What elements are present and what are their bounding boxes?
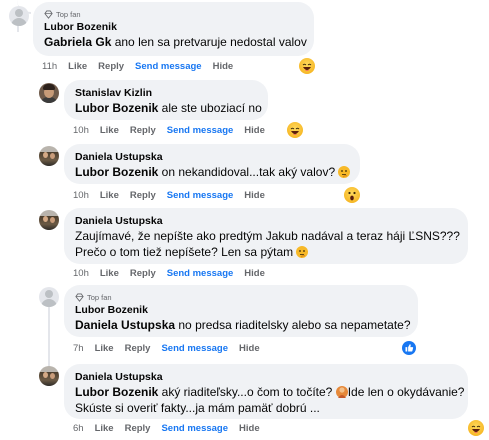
comment-text: Lubor Bozenik aký riaditeľsky...o čom to… — [75, 385, 465, 399]
mention-link[interactable]: Lubor Bozenik — [75, 385, 158, 399]
comment-text: Lubor Bozenik on nekandidoval...tak aký … — [75, 165, 351, 180]
hide-button[interactable]: Hide — [239, 343, 260, 354]
thinking-face-icon — [296, 246, 309, 258]
comment-bubble: Daniela Ustupska Lubor Bozenik on nekand… — [64, 144, 360, 184]
send-message-button[interactable]: Send message — [135, 61, 202, 72]
hide-button[interactable]: Hide — [244, 268, 265, 279]
comment-actions: 10h Like Reply Send message Hide — [73, 268, 276, 279]
mention-link[interactable]: Daniela Ustupska — [75, 318, 175, 332]
avatar[interactable] — [39, 146, 59, 166]
like-button[interactable]: Like — [68, 61, 87, 72]
reply-button[interactable]: Reply — [130, 268, 156, 279]
person-gesturing-icon — [335, 386, 348, 398]
like-reaction-icon[interactable] — [402, 341, 416, 355]
avatar[interactable] — [39, 287, 59, 307]
reply-button[interactable]: Reply — [125, 423, 151, 434]
send-message-button[interactable]: Send message — [167, 125, 234, 136]
wow-reaction-icon[interactable] — [344, 187, 360, 203]
comment-text: Lubor Bozenik ale ste uboziací no — [75, 101, 262, 115]
comment-bubble: Top fan Lubor Bozenik Daniela Ustupska n… — [64, 285, 418, 337]
comment-author[interactable]: Daniela Ustupska — [75, 215, 457, 228]
avatar[interactable] — [39, 83, 59, 103]
mention-link[interactable]: Gabriela Gk — [44, 35, 111, 49]
send-message-button[interactable]: Send message — [161, 343, 228, 354]
timestamp[interactable]: 10h — [73, 190, 89, 201]
timestamp[interactable]: 10h — [73, 268, 89, 279]
timestamp[interactable]: 7h — [73, 343, 84, 354]
send-message-button[interactable]: Send message — [167, 268, 234, 279]
like-button[interactable]: Like — [95, 343, 114, 354]
comment-bubble: Top fan Lubor Bozenik Gabriela Gk ano le… — [33, 2, 314, 56]
hide-button[interactable]: Hide — [244, 125, 265, 136]
reply-button[interactable]: Reply — [98, 61, 124, 72]
thinking-face-icon — [338, 166, 351, 178]
comment-author[interactable]: Daniela Ustupska — [75, 151, 349, 164]
comment-author[interactable]: Lubor Bozenik — [44, 21, 303, 34]
comment-text: Daniela Ustupska no predsa riaditelsky a… — [75, 318, 411, 332]
mention-link[interactable]: Lubor Bozenik — [75, 101, 158, 115]
thread-line — [17, 26, 19, 32]
hide-button[interactable]: Hide — [239, 423, 260, 434]
diamond-icon — [75, 292, 84, 302]
comment-text: Skúste si overiť fakty...ja mám pamäť do… — [75, 401, 320, 415]
thread-line — [48, 300, 50, 374]
top-fan-badge: Top fan — [44, 9, 303, 19]
like-button[interactable]: Like — [95, 423, 114, 434]
hide-button[interactable]: Hide — [213, 61, 234, 72]
avatar[interactable] — [39, 366, 59, 386]
timestamp[interactable]: 6h — [73, 423, 84, 434]
comment-bubble: Daniela Ustupska Zaujímavé, že nepíšte a… — [64, 208, 468, 264]
mention-link[interactable]: Lubor Bozenik — [75, 165, 158, 179]
like-button[interactable]: Like — [100, 190, 119, 201]
comment-text: Gabriela Gk ano len sa pretvaruje nedost… — [44, 35, 307, 49]
diamond-icon — [44, 9, 53, 19]
comment-actions: 7h Like Reply Send message Hide — [73, 343, 271, 354]
comment-author[interactable]: Stanislav Kizlin — [75, 87, 257, 100]
send-message-button[interactable]: Send message — [167, 190, 234, 201]
comment-actions: 10h Like Reply Send message Hide — [73, 190, 276, 201]
avatar[interactable] — [9, 6, 29, 26]
like-button[interactable]: Like — [100, 268, 119, 279]
reply-button[interactable]: Reply — [125, 343, 151, 354]
reply-button[interactable]: Reply — [130, 190, 156, 201]
comment-text: Zaujímavé, že nepíšte ako predtým Jakub … — [75, 229, 460, 243]
haha-reaction-icon[interactable] — [299, 58, 315, 74]
hide-button[interactable]: Hide — [244, 190, 265, 201]
like-button[interactable]: Like — [100, 125, 119, 136]
comment-author[interactable]: Lubor Bozenik — [75, 304, 407, 317]
reply-button[interactable]: Reply — [130, 125, 156, 136]
send-message-button[interactable]: Send message — [161, 423, 228, 434]
comment-author[interactable]: Daniela Ustupska — [75, 371, 457, 384]
comment-bubble: Daniela Ustupska Lubor Bozenik aký riadi… — [64, 364, 468, 419]
comment-bubble: Stanislav Kizlin Lubor Bozenik ale ste u… — [64, 80, 268, 120]
haha-reaction-icon[interactable] — [287, 122, 303, 138]
comment-actions: 6h Like Reply Send message Hide — [73, 423, 271, 434]
comment-actions: 10h Like Reply Send message Hide — [73, 125, 276, 136]
haha-reaction-icon[interactable] — [468, 420, 484, 436]
avatar[interactable] — [39, 210, 59, 230]
timestamp[interactable]: 11h — [42, 61, 57, 72]
timestamp[interactable]: 10h — [73, 125, 89, 136]
comment-text: Prečo o tom tiež nepíšete? Len sa pýtam — [75, 245, 457, 260]
comment-actions: 11h Like Reply Send message Hide — [42, 61, 244, 72]
top-fan-badge: Top fan — [75, 292, 407, 302]
